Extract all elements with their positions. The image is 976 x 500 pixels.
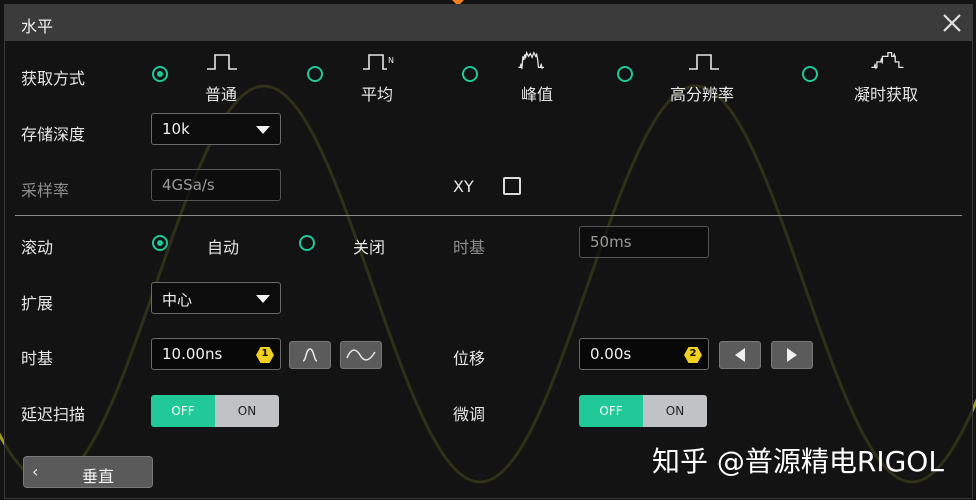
delayed-sweep-toggle[interactable]: OFF ON — [151, 395, 279, 427]
triangle-right-icon — [787, 348, 797, 362]
horizontal-dialog: 水平 获取方式 普通 N 平均 峰值 高分辨率 凝时获取 存储深度 10k 采样… — [4, 4, 973, 499]
ultra-acq-icon — [871, 52, 904, 70]
knob-1-icon: 1 — [256, 347, 274, 363]
timebase-label: 时基 — [21, 349, 54, 368]
xy-checkbox[interactable] — [503, 177, 521, 195]
timebase-value: 10.00ns — [162, 345, 223, 363]
watermark: 知乎 @普源精电RIGOL — [652, 445, 944, 478]
roll-auto-radio[interactable] — [152, 235, 168, 251]
dialog-titlebar: 水平 — [5, 5, 972, 41]
position-value: 0.00s — [590, 345, 632, 363]
delayed-sweep-label: 延迟扫描 — [21, 405, 86, 424]
dialog-title: 水平 — [21, 17, 54, 36]
timebase-sine-slow-button[interactable] — [289, 341, 331, 369]
average-acq-icon-text: N — [388, 56, 394, 65]
acq-average-radio[interactable] — [307, 66, 323, 82]
memory-depth-label: 存储深度 — [21, 125, 86, 144]
chevron-down-icon — [256, 295, 270, 303]
memory-depth-select[interactable]: 10k — [151, 113, 281, 145]
acq-peak-label: 峰值 — [521, 85, 554, 104]
expand-select[interactable]: 中心 — [151, 282, 281, 314]
back-button-label: 垂直 — [82, 467, 115, 486]
roll-timebase-value: 50ms — [590, 233, 632, 251]
triangle-left-icon — [735, 348, 745, 362]
roll-off-radio[interactable] — [299, 235, 315, 251]
knob-2-number: 2 — [689, 348, 697, 359]
position-right-button[interactable] — [771, 341, 813, 369]
acq-ultra-label: 凝时获取 — [854, 85, 919, 104]
chevron-left-icon: ‹ — [32, 462, 39, 481]
sine-wave-wide-icon — [346, 349, 376, 361]
back-to-vertical-button[interactable]: ‹ 垂直 — [23, 456, 153, 488]
sample-rate-field: 4GSa/s — [151, 169, 281, 201]
acq-normal-label: 普通 — [205, 85, 238, 104]
fine-adjust-on[interactable]: ON — [643, 395, 707, 427]
roll-auto-label: 自动 — [207, 238, 240, 257]
knob-1-number: 1 — [261, 348, 269, 359]
peak-acq-icon — [518, 50, 544, 70]
acq-highres-radio[interactable] — [617, 66, 633, 82]
fine-adjust-toggle[interactable]: OFF ON — [579, 395, 707, 427]
position-left-button[interactable] — [719, 341, 761, 369]
normal-acq-icon — [207, 54, 237, 70]
average-acq-icon: N — [363, 54, 394, 70]
acq-ultra-radio[interactable] — [802, 66, 818, 82]
chevron-down-icon — [256, 126, 270, 134]
acq-peak-radio[interactable] — [462, 66, 478, 82]
high-res-acq-icon — [689, 54, 719, 70]
timebase-sine-fast-button[interactable] — [340, 341, 382, 369]
roll-off-label: 关闭 — [353, 238, 386, 257]
fine-adjust-off[interactable]: OFF — [579, 395, 643, 427]
sine-wave-icon — [302, 348, 318, 362]
close-icon[interactable] — [941, 12, 963, 34]
knob-2-icon: 2 — [684, 347, 702, 363]
delayed-sweep-off[interactable]: OFF — [151, 395, 215, 427]
position-input[interactable]: 0.00s 2 — [579, 338, 709, 370]
timebase-input[interactable]: 10.00ns 1 — [151, 338, 281, 370]
roll-timebase-label: 时基 — [453, 238, 486, 257]
xy-label: XY — [453, 177, 474, 196]
roll-label: 滚动 — [21, 238, 54, 257]
fine-adjust-label: 微调 — [453, 405, 486, 424]
acquisition-label: 获取方式 — [21, 69, 86, 88]
memory-depth-value: 10k — [162, 120, 190, 138]
roll-timebase-field: 50ms — [579, 226, 709, 258]
expand-value: 中心 — [162, 291, 193, 309]
position-label: 位移 — [453, 349, 486, 368]
sample-rate-value: 4GSa/s — [162, 176, 215, 194]
acq-normal-radio[interactable] — [152, 66, 168, 82]
sample-rate-label: 采样率 — [21, 181, 70, 200]
section-divider — [15, 215, 962, 216]
delayed-sweep-on[interactable]: ON — [215, 395, 279, 427]
acq-average-label: 平均 — [361, 85, 394, 104]
expand-label: 扩展 — [21, 294, 54, 313]
acq-highres-label: 高分辨率 — [670, 85, 735, 104]
